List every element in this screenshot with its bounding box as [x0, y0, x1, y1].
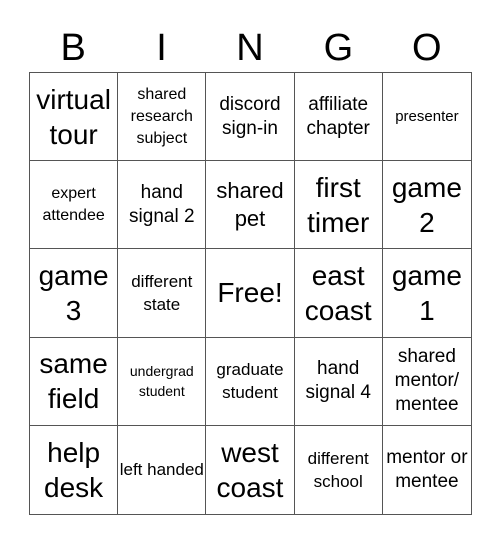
cell-text: first timer	[307, 171, 370, 238]
header-letter-n: N	[236, 27, 264, 69]
bingo-cell[interactable]: discord sign-in	[206, 73, 295, 162]
cell-text: east coast	[304, 259, 372, 326]
cell-text: affiliate chapter	[306, 93, 370, 139]
bingo-cell[interactable]: shared mentor/ mentee	[382, 338, 471, 426]
bingo-cell[interactable]: affiliate chapter	[294, 73, 383, 162]
bingo-header: B I N G O	[29, 24, 471, 72]
cell-text: different school	[307, 448, 369, 491]
cell-text: shared mentor/ mentee	[394, 346, 460, 416]
bingo-cell[interactable]: different state	[118, 249, 207, 338]
bingo-cell[interactable]: hand signal 4	[294, 337, 383, 426]
bingo-cell[interactable]: help desk	[30, 425, 119, 514]
cell-text: hand signal 2	[129, 181, 195, 227]
cell-text: same field	[39, 348, 108, 415]
bingo-cell[interactable]: game 1	[382, 249, 471, 338]
free-space-text: Free!	[217, 277, 283, 309]
header-letter-g: G	[323, 27, 354, 69]
bingo-cell[interactable]: shared research subject	[118, 73, 207, 162]
bingo-cell[interactable]: game 2	[382, 161, 471, 250]
bingo-cell[interactable]: shared pet	[206, 161, 295, 250]
cell-text: discord sign-in	[219, 93, 281, 139]
bingo-cell[interactable]: different school	[295, 425, 383, 514]
bingo-cell[interactable]: graduate student	[206, 337, 295, 426]
cell-text: different state	[131, 271, 193, 314]
bingo-cell[interactable]: game 3	[30, 249, 119, 338]
cell-text: help desk	[44, 436, 104, 503]
cell-text: graduate student	[216, 360, 284, 403]
bingo-cell[interactable]: same field	[30, 337, 119, 426]
cell-text: left handed	[119, 460, 204, 480]
bingo-cell[interactable]: left handed	[118, 425, 207, 514]
header-letter-b: B	[60, 27, 86, 69]
bingo-cell[interactable]: expert attendee	[30, 161, 119, 250]
cell-text: hand signal 4	[305, 358, 371, 404]
cell-text: shared research subject	[130, 85, 193, 147]
header-letter-i: I	[156, 27, 167, 69]
bingo-cell[interactable]: hand signal 2	[118, 161, 207, 250]
cell-text: game 2	[391, 171, 462, 238]
bingo-cell[interactable]: mentor or mentee	[383, 426, 471, 514]
cell-text: shared pet	[216, 177, 284, 231]
bingo-cell[interactable]: west coast	[206, 425, 295, 514]
free-space-cell[interactable]: Free!	[206, 249, 295, 338]
cell-text: presenter	[395, 107, 459, 125]
cell-text: game 1	[391, 259, 462, 326]
bingo-card-grid: virtual tour shared research subject dis…	[29, 72, 472, 515]
bingo-cell[interactable]: presenter	[382, 73, 471, 162]
cell-text: undergrad student	[129, 363, 194, 400]
bingo-cell[interactable]: east coast	[294, 249, 383, 338]
cell-text: west coast	[216, 436, 284, 503]
cell-text: game 3	[38, 259, 109, 326]
bingo-cell[interactable]: first timer	[294, 161, 383, 250]
cell-text: virtual tour	[36, 83, 111, 150]
header-letter-o: O	[411, 27, 442, 69]
bingo-cell[interactable]: undergrad student	[118, 337, 207, 426]
cell-text: expert attendee	[42, 184, 105, 224]
bingo-cell[interactable]: virtual tour	[30, 73, 119, 162]
cell-text: mentor or mentee	[386, 446, 468, 492]
